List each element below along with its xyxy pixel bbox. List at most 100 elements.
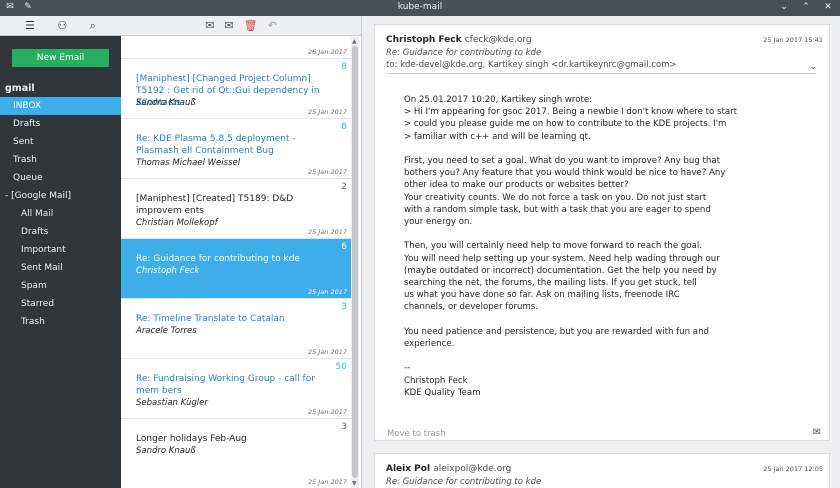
body-line: channels, or developer forums.	[404, 302, 539, 313]
folder-all-mail[interactable]: All Mail	[0, 205, 121, 223]
body-line: First, you need to set a goal. What do y…	[404, 156, 720, 166]
thread-count: 8	[341, 62, 347, 72]
message-subject: Longer holidays Feb-Aug	[136, 434, 247, 444]
message-sender: Aracele Torres	[136, 326, 197, 336]
message-subject: Re: Guidance for contributing to kde	[136, 254, 300, 264]
reply-icon[interactable]: ✉	[813, 427, 821, 438]
body-line: KDE Quality Team	[404, 387, 481, 398]
message-row[interactable]: 8 [Maniphest] [Changed Project Column] T5…	[121, 59, 351, 119]
new-email-button[interactable]: New Email	[12, 49, 109, 67]
close-icon[interactable]: ✕	[822, 1, 834, 13]
trash-icon[interactable]: 🗑	[244, 19, 258, 32]
message-list: ✉ ✉ 🗑 ↶ 26 Jan 2017 8 [Maniphest] [Changed…	[121, 16, 362, 488]
body-line: --	[404, 363, 411, 374]
folder-starred[interactable]: Starred	[0, 295, 121, 313]
body-line: us what you have done so far. Ask on mai…	[404, 290, 680, 301]
body-line: You need patience and persistence, but y…	[404, 326, 709, 337]
message-sender: Sandro Knauß	[136, 98, 196, 108]
message-subject: Re: Fundraising Working Group - call for…	[136, 374, 315, 396]
message-row[interactable]: 50 Re: Fundraising Working Group - call f…	[121, 359, 351, 419]
search-icon[interactable]: ⌕	[90, 19, 96, 33]
body-line: other idea to make our products or websi…	[404, 180, 629, 191]
folder-inbox[interactable]: INBOX	[0, 97, 121, 115]
undo-icon[interactable]: ↶	[268, 19, 277, 32]
message-subject: Re: Guidance for contributing to kde	[386, 48, 542, 58]
message-date: 25 Jan 2017	[308, 478, 347, 486]
message-date: 26 Jan 2017	[308, 48, 347, 56]
body-line: Then, you will certainly need help to mo…	[404, 241, 702, 252]
message-subject: Re: Guidance for contributing to kde	[386, 477, 542, 487]
maximize-icon[interactable]: ⌃	[800, 1, 812, 13]
body-line: bothers you? Any feature that you would …	[404, 168, 726, 179]
message-row[interactable]: 26 Jan 2017	[121, 37, 351, 59]
folder-trash[interactable]: Trash	[0, 151, 121, 169]
sender-name: Aleix Pol	[386, 464, 431, 474]
message-date: 25 Jan 2017 15:41	[763, 36, 823, 44]
message-date: 25 Jan 2017	[308, 228, 347, 236]
body-line	[404, 228, 804, 240]
mark-read-icon[interactable]: ✉	[205, 19, 214, 32]
body-line: On 25.01.2017 10:20, Kartikey singh wrot…	[404, 95, 593, 105]
message-subject: [Maniphest] [Created] T5189: D&D improve…	[136, 194, 294, 216]
folder-spam[interactable]: Spam	[0, 277, 121, 295]
body-line: experience.	[404, 339, 455, 350]
message-recipients: to: kde-devel@kde.org, Kartikey singh <d…	[386, 60, 677, 70]
window-title: kube-mail	[397, 2, 443, 12]
list-toolbar: ✉ ✉ 🗑 ↶	[121, 16, 361, 36]
message-row[interactable]: 8 Re: KDE Plasma 5.8.5 deployment - Plasm…	[121, 119, 351, 179]
header-divider	[386, 73, 816, 74]
body-line: You will need help setting up your syste…	[404, 253, 720, 264]
message-row[interactable]: 3 Longer holidays Feb-Aug Sandro Knauß 25 J…	[121, 419, 351, 488]
sender-address: aleixpol@kde.org	[433, 464, 512, 474]
account-name[interactable]: gmail	[5, 83, 35, 94]
message-sender: Christoph Feck	[136, 266, 200, 276]
folder-drafts[interactable]: Drafts	[0, 115, 121, 133]
reading-pane: Christoph Feck cfeck@kde.org 25 Jan 2017…	[362, 16, 840, 488]
move-to-trash-link[interactable]: Move to trash	[387, 429, 446, 439]
mark-unread-icon[interactable]: ✉	[224, 19, 233, 32]
body-line: your energy on.	[404, 217, 473, 228]
message-sender: Christoph Feck cfeck@kde.org	[386, 35, 532, 45]
message-row[interactable]: 3 Re: Timeline Translate to Catalan Aracel…	[121, 299, 351, 359]
scroll-up-icon[interactable]: ▲	[352, 38, 357, 45]
thread-count: 2	[341, 182, 347, 192]
message-row[interactable]: 2 [Maniphest] [Created] T5189: D&D improv…	[121, 179, 351, 239]
message-sender-2: Aleix Pol aleixpol@kde.org	[386, 464, 511, 474]
accounts-icon[interactable]: ⚇	[57, 19, 67, 32]
message-body: On 25.01.2017 10:20, Kartikey singh wrot…	[404, 94, 804, 399]
expand-chevron-icon[interactable]: ⌄	[809, 62, 817, 72]
body-line	[404, 314, 804, 326]
body-line: > Hi I'm appearing for gsoc 2017. Being …	[404, 107, 737, 118]
body-line	[404, 350, 804, 362]
folder-sent[interactable]: Sent	[0, 133, 121, 151]
message-date: 25 Jan 2017	[308, 168, 347, 176]
folder-google-mail[interactable]: - [Google Mail]	[0, 187, 121, 205]
folder-list: INBOX Drafts Sent Trash Queue - [Google Mail]…	[0, 97, 121, 331]
thread-count: 6	[341, 242, 347, 252]
sidebar-toolbar: ☰ ⚇ ⌕	[0, 16, 121, 36]
body-line: Christoph Feck	[404, 375, 468, 386]
sender-name: Christoph Feck	[386, 35, 462, 45]
body-line	[404, 143, 804, 155]
message-card: Christoph Feck cfeck@kde.org 25 Jan 2017…	[374, 24, 830, 441]
scroll-down-icon[interactable]: ▼	[352, 480, 357, 487]
folder-trash[interactable]: Trash	[0, 313, 121, 331]
message-sender: Thomas Michael Weissel	[136, 158, 241, 168]
title-bar: ✉ ✎ kube-mail ⌄ ⌃ ✕	[0, 0, 840, 16]
message-row[interactable]: 6 Re: Guidance for contributing to kde Chr…	[121, 239, 351, 299]
scroll-thumb[interactable]	[352, 46, 358, 478]
sender-address: cfeck@kde.org	[464, 35, 532, 45]
body-line: (maybe outdated or incorrect) documentat…	[404, 265, 717, 276]
folder-important[interactable]: Important	[0, 241, 121, 259]
minimize-icon[interactable]: ⌄	[778, 1, 790, 13]
body-line: > familiar with c++ and will be learning…	[404, 131, 591, 142]
message-subject: Re: KDE Plasma 5.8.5 deployment - Plasma…	[136, 134, 296, 156]
message-date: 25 Jan 2017	[308, 108, 347, 116]
folder-queue[interactable]: Queue	[0, 169, 121, 187]
body-line: searching the net, the forums, the maili…	[404, 278, 697, 289]
folder-drafts[interactable]: Drafts	[0, 223, 121, 241]
folder-sent-mail[interactable]: Sent Mail	[0, 259, 121, 277]
menu-icon[interactable]: ☰	[25, 19, 35, 32]
message-sender: Sebastian Kügler	[136, 398, 208, 408]
thread-count: 3	[341, 302, 347, 312]
